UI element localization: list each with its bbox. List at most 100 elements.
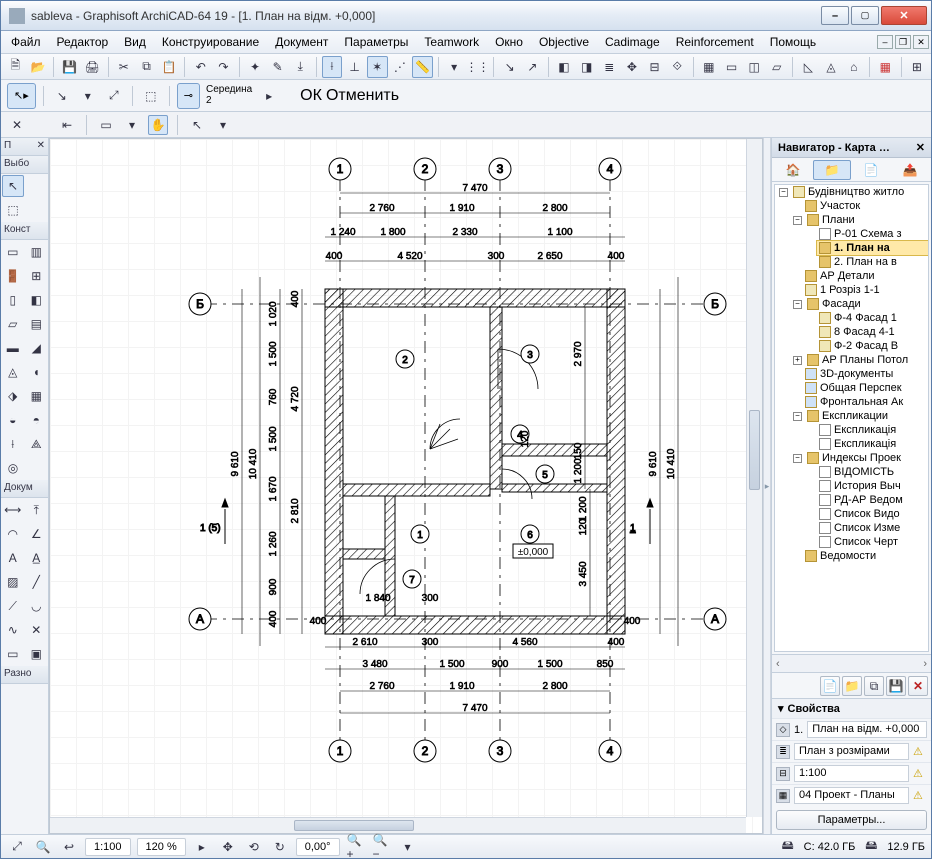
menu-editor[interactable]: Редактор xyxy=(49,33,117,51)
orbit-icon[interactable]: ⟲ xyxy=(244,837,264,857)
tree-item[interactable]: Ф-4 Фасад 1 xyxy=(817,311,928,325)
scale-field[interactable]: 1:100 xyxy=(85,838,131,856)
beam-tool-icon[interactable]: ▱ xyxy=(766,56,787,78)
trace-icon[interactable]: ◧ xyxy=(554,56,575,78)
menu-help[interactable]: Помощь xyxy=(762,33,824,51)
wall-tool-icon[interactable]: ▭ xyxy=(721,56,742,78)
arrow-tool-icon[interactable]: ↖ xyxy=(2,175,24,197)
layers-icon[interactable]: ≣ xyxy=(599,56,620,78)
home-view-icon[interactable]: ⇤ xyxy=(57,115,77,135)
tree-item[interactable]: 8 Фасад 4-1 xyxy=(817,325,928,339)
cursor-icon[interactable]: ↘ xyxy=(499,56,520,78)
save-icon[interactable]: 💾 xyxy=(59,56,80,78)
navigator-close-icon[interactable]: ✕ xyxy=(916,141,925,154)
pan-icon[interactable]: ✥ xyxy=(218,837,238,857)
detail-tool-icon[interactable]: ◎ xyxy=(2,457,24,479)
snap-bisect-icon[interactable]: ⋰ xyxy=(390,56,411,78)
column-tool-icon[interactable]: ◫ xyxy=(744,56,765,78)
nav-delete-icon[interactable]: ✕ xyxy=(908,676,928,696)
drawing-tool-icon[interactable]: ▣ xyxy=(26,643,48,665)
line-tool-icon[interactable]: ╱ xyxy=(26,571,48,593)
tree-item[interactable]: РД-АР Ведом xyxy=(817,493,928,507)
tree-item[interactable]: Фронтальная Ак xyxy=(803,395,928,409)
nav-newfolder-icon[interactable]: 📁 xyxy=(842,676,862,696)
column-tool-icon[interactable]: ▯ xyxy=(2,289,24,311)
window-close-button[interactable] xyxy=(881,6,927,25)
tree-item[interactable]: Експликація xyxy=(817,423,928,437)
snap-endpoint-icon[interactable]: ⟊ xyxy=(322,56,343,78)
window-tool-icon[interactable]: ⊞ xyxy=(26,265,48,287)
paste-icon[interactable]: 📋 xyxy=(159,56,180,78)
menu-objective[interactable]: Objective xyxy=(531,33,597,51)
grid-tool-icon[interactable]: ▦ xyxy=(875,56,896,78)
mesh-tool-icon[interactable]: ◬ xyxy=(2,361,24,383)
tree-item[interactable]: 1 Розріз 1-1 xyxy=(803,283,928,297)
angle-field[interactable]: 0,00° xyxy=(296,838,340,856)
tree-item[interactable]: АР Детали xyxy=(803,269,928,283)
tree-item[interactable]: +АР Планы Потол xyxy=(803,353,928,367)
splitter[interactable]: ▸ xyxy=(763,138,771,834)
move-option-icon[interactable]: ⤢ xyxy=(103,85,125,107)
snap-intersect-icon[interactable]: ✶ xyxy=(367,56,388,78)
close-tab-icon[interactable]: ✕ xyxy=(7,115,27,135)
skylight-icon[interactable]: ◓ xyxy=(26,409,48,431)
prop-layercombo-field[interactable]: План з розмірами xyxy=(794,743,909,760)
rect-icon[interactable]: ▭ xyxy=(96,115,116,135)
tree-item[interactable]: ВІДОМІСТЬ xyxy=(817,465,928,479)
nav-publisher-icon[interactable]: 📤 xyxy=(891,160,929,180)
chevron-down-icon[interactable]: ▾ xyxy=(778,702,784,715)
tree-item[interactable]: −Експликации xyxy=(803,409,928,423)
redo-icon[interactable]: ↷ xyxy=(213,56,234,78)
grid-menu-icon[interactable]: ⋮⋮ xyxy=(466,56,488,78)
nav-scroll-right[interactable]: › xyxy=(923,658,927,670)
ruler2-icon[interactable]: ⊟ xyxy=(644,56,665,78)
ruler-icon[interactable]: 📏 xyxy=(412,56,433,78)
label-tool-icon[interactable]: A̲ xyxy=(26,547,48,569)
drawing-canvas[interactable]: 1 2 3 4 1 2 3 4 Б А xyxy=(49,138,763,834)
spline-icon[interactable]: ∿ xyxy=(2,619,24,641)
door-tool-icon[interactable]: 🚪 xyxy=(2,265,24,287)
cancel-button[interactable]: Отменить xyxy=(326,87,399,105)
mdi-close[interactable]: ✕ xyxy=(913,35,929,49)
nav-save-icon[interactable]: 💾 xyxy=(886,676,906,696)
nav-layout-icon[interactable]: 📄 xyxy=(852,160,890,180)
pointer-icon[interactable]: ↖ xyxy=(187,115,207,135)
beam-tool-icon[interactable]: ▱ xyxy=(2,313,24,335)
stair-tool-icon[interactable]: ▤ xyxy=(26,313,48,335)
nav-project-icon[interactable]: 🏠 xyxy=(774,160,812,180)
snap-perp-icon[interactable]: ⊥ xyxy=(344,56,365,78)
snap-mid-button[interactable]: ⊸ xyxy=(177,83,200,109)
window-minimize-button[interactable] xyxy=(821,6,849,25)
tree-item[interactable]: Список Видо xyxy=(817,507,928,521)
menu-window[interactable]: Окно xyxy=(487,33,531,51)
pencil-icon[interactable]: ✎ xyxy=(267,56,288,78)
menu-reinforcement[interactable]: Reinforcement xyxy=(668,33,762,51)
elements-icon[interactable]: ▦ xyxy=(699,56,720,78)
object-tool-icon[interactable]: ◧ xyxy=(26,289,48,311)
zoom-prev-icon[interactable]: ↩ xyxy=(59,837,79,857)
mdi-minimize[interactable]: – xyxy=(877,35,893,49)
mdi-restore[interactable]: ❐ xyxy=(895,35,911,49)
window-maximize-button[interactable] xyxy=(851,6,879,25)
menu-params[interactable]: Параметры xyxy=(336,33,416,51)
copy-icon[interactable]: ⧉ xyxy=(136,56,157,78)
cut-icon[interactable]: ✂ xyxy=(114,56,135,78)
new-file-icon[interactable]: 🗎 xyxy=(5,56,26,78)
tree-item[interactable]: Участок xyxy=(803,199,928,213)
morph-tool-icon[interactable]: ⬗ xyxy=(2,385,24,407)
menu-cadimage[interactable]: Cadimage xyxy=(597,33,668,51)
open-file-icon[interactable]: 📂 xyxy=(28,56,49,78)
slab-tool-icon[interactable]: ▬ xyxy=(2,337,24,359)
menu-construct[interactable]: Конструирование xyxy=(154,33,267,51)
tree-item[interactable]: −Индексы Проек xyxy=(803,451,928,465)
tree-item[interactable]: 2. План на в xyxy=(817,255,928,269)
tree-item[interactable]: Список Черт xyxy=(817,535,928,549)
canvas-hscroll[interactable] xyxy=(50,817,746,833)
roof-tool-icon[interactable]: ◺ xyxy=(798,56,819,78)
canvas-vscroll[interactable] xyxy=(746,139,762,817)
arrow-option-icon[interactable]: ↘ xyxy=(51,85,73,107)
section-tool-icon[interactable]: ⟊ xyxy=(2,433,24,455)
wand-icon[interactable]: ✦ xyxy=(245,56,266,78)
chevron-icon[interactable]: ▾ xyxy=(398,837,418,857)
tree-item[interactable]: Експликація xyxy=(817,437,928,451)
